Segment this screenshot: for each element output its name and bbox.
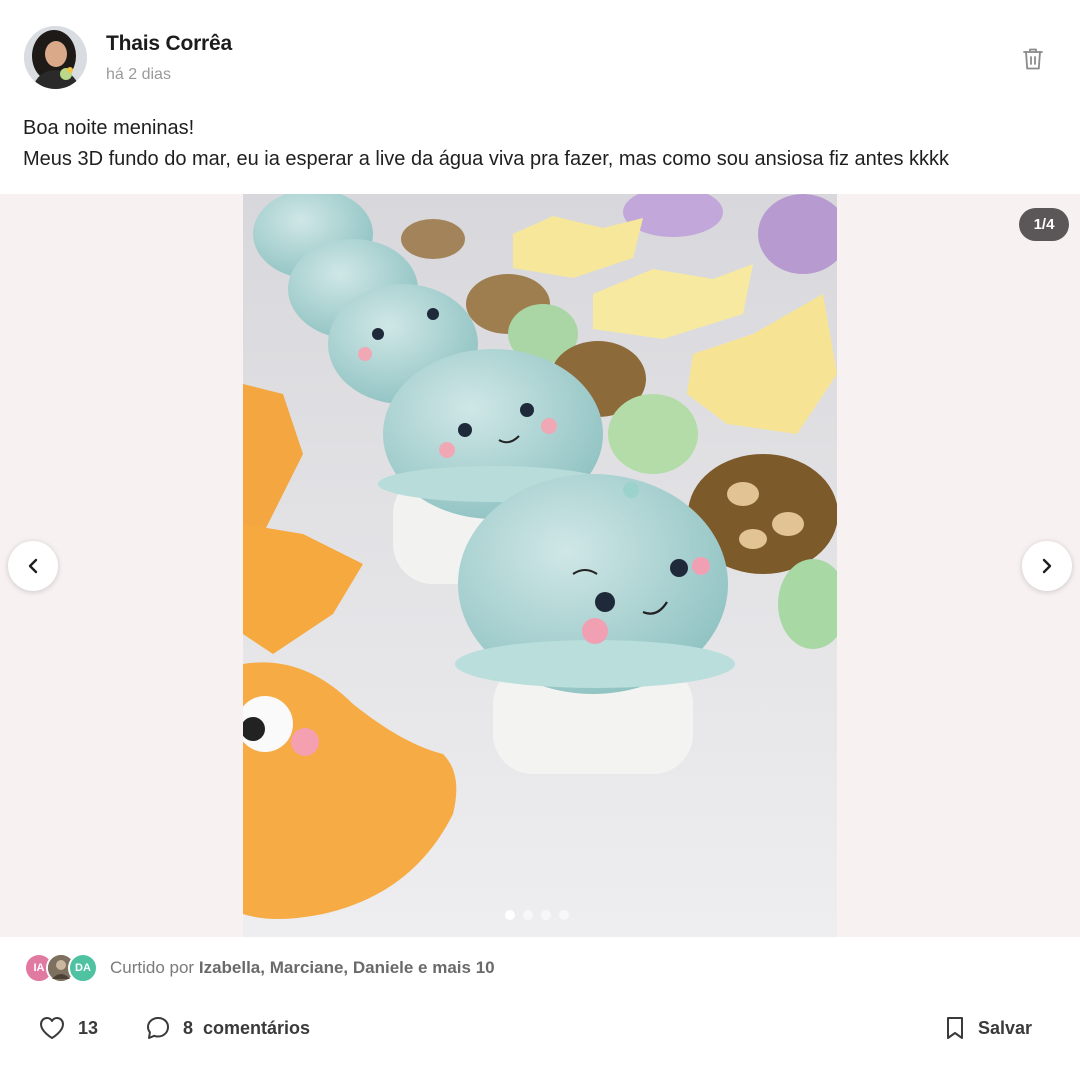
- post-card: Thais Corrêa há 2 dias Boa noite meninas…: [0, 0, 1080, 1080]
- carousel-dot[interactable]: [541, 910, 551, 920]
- likes-prefix: Curtido por: [110, 958, 195, 977]
- caption-line: Meus 3D fundo do mar, eu ia esperar a li…: [23, 148, 950, 170]
- likes-names: Izabella, Marciane, Daniele e mais 10: [198, 958, 495, 977]
- post-header: Thais Corrêa há 2 dias: [0, 0, 1080, 100]
- carousel-dots: [505, 910, 569, 920]
- image-counter: 1/4: [1019, 208, 1069, 241]
- delete-button[interactable]: [1018, 44, 1048, 74]
- previous-image-button[interactable]: [8, 541, 58, 591]
- carousel-dot[interactable]: [523, 910, 533, 920]
- caption-line: Boa noite meninas!: [23, 117, 195, 139]
- save-button[interactable]: Salvar: [944, 1005, 1032, 1051]
- comment-label: comentários: [203, 1017, 311, 1038]
- post-photo[interactable]: [243, 194, 837, 937]
- author-avatar[interactable]: [24, 26, 87, 89]
- carousel-dot[interactable]: [505, 910, 515, 920]
- carousel-dot[interactable]: [559, 910, 569, 920]
- post-caption: Boa noite meninas! Meus 3D fundo do mar,…: [23, 113, 1063, 175]
- comment-count: 8: [183, 1017, 194, 1038]
- heart-icon: [40, 1017, 64, 1039]
- media-carousel: 1/4: [0, 194, 1080, 937]
- like-button[interactable]: 13: [38, 1005, 98, 1051]
- post-actions: 13 8 comentários Salvar: [0, 1005, 1080, 1051]
- author-name[interactable]: Thais Corrêa: [106, 32, 232, 56]
- next-image-button[interactable]: [1022, 541, 1072, 591]
- likes-summary[interactable]: IA DA Curtido por Izabella, Marciane, Da…: [24, 951, 495, 985]
- trash-icon: [1023, 48, 1043, 70]
- comment-button[interactable]: 8 comentários: [145, 1005, 310, 1051]
- like-count: 13: [78, 1017, 99, 1038]
- bookmark-icon: [947, 1017, 963, 1039]
- post-timestamp: há 2 dias: [106, 66, 171, 83]
- liker-avatar: DA: [68, 953, 98, 983]
- comment-bubble-icon: [147, 1017, 169, 1039]
- save-label: Salvar: [978, 1017, 1033, 1038]
- chevron-left-icon: [28, 558, 38, 574]
- likes-text: Curtido por Izabella, Marciane, Daniele …: [110, 958, 495, 978]
- chevron-right-icon: [1042, 558, 1052, 574]
